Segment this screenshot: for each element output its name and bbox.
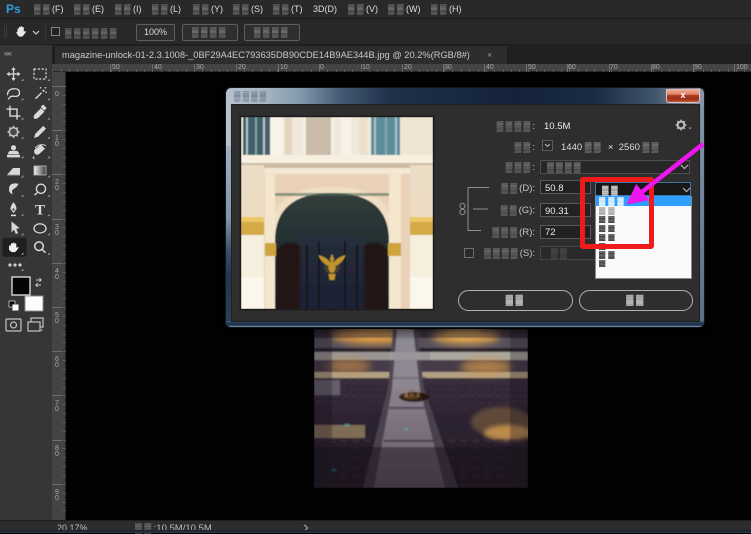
svg-text:T: T: [35, 203, 45, 219]
